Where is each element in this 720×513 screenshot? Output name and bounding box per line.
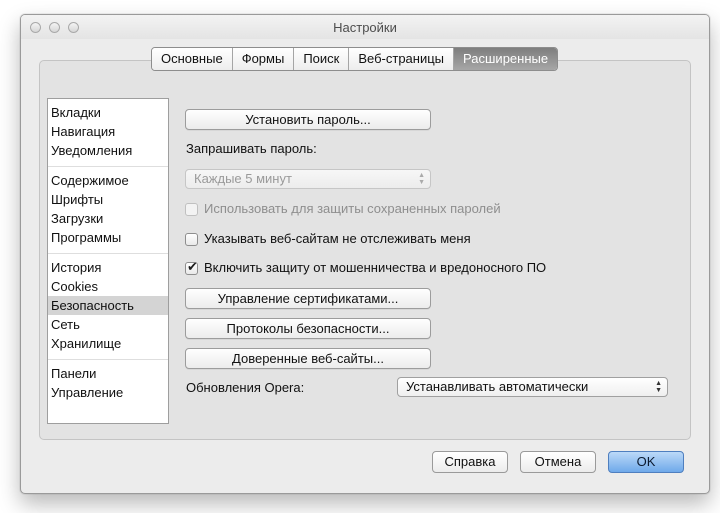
sidebar-group: Содержимое Шрифты Загрузки Программы [48,167,168,254]
password-interval-value: Каждые 5 минут [194,171,292,186]
sidebar-item-content[interactable]: Содержимое [48,171,168,190]
fraud-protection-checkbox[interactable]: ✔ [185,259,198,275]
sidebar-item-downloads[interactable]: Загрузки [48,209,168,228]
tab-general[interactable]: Основные [152,48,233,70]
tab-advanced[interactable]: Расширенные [454,48,558,70]
sidebar-item-notifications[interactable]: Уведомления [48,141,168,160]
sidebar-item-toolbars[interactable]: Панели [48,364,168,383]
sidebar-item-shortcuts[interactable]: Управление [48,383,168,402]
help-button[interactable]: Справка [432,451,508,473]
sidebar-item-network[interactable]: Сеть [48,315,168,334]
window-title: Настройки [333,20,397,35]
saved-passwords-checkbox[interactable] [185,203,198,216]
opera-updates-value: Устанавливать автоматически [406,379,589,394]
tab-bar: Основные Формы Поиск Веб-страницы Расшир… [151,47,559,71]
advanced-category-list: Вкладки Навигация Уведомления Содержимое… [47,98,169,424]
set-password-button[interactable]: Установить пароль... [185,109,431,130]
sidebar-item-fonts[interactable]: Шрифты [48,190,168,209]
updown-arrows-icon: ▲ ▼ [655,380,662,394]
ok-button[interactable]: OK [608,451,684,473]
title-bar: Настройки [21,15,709,39]
security-protocols-button[interactable]: Протоколы безопасности... [185,318,431,339]
sidebar-item-navigation[interactable]: Навигация [48,122,168,141]
cancel-button[interactable]: Отмена [520,451,596,473]
sidebar-group: Панели Управление [48,360,168,408]
tab-search[interactable]: Поиск [294,48,350,70]
sidebar-item-security[interactable]: Безопасность [48,296,168,315]
sidebar-item-tabs[interactable]: Вкладки [48,103,168,122]
sidebar-item-programs[interactable]: Программы [48,228,168,247]
updown-arrows-icon: ▲ ▼ [418,172,425,186]
sidebar-group: История Cookies Безопасность Сеть Хранил… [48,254,168,360]
sidebar-item-cookies[interactable]: Cookies [48,277,168,296]
sidebar-item-storage[interactable]: Хранилище [48,334,168,353]
manage-certificates-button[interactable]: Управление сертификатами... [185,288,431,309]
tab-webpages[interactable]: Веб-страницы [349,48,455,70]
ask-password-label: Запрашивать пароль: [186,141,317,156]
do-not-track-label: Указывать веб-сайтам не отслеживать меня [204,231,471,246]
fraud-protection-label: Включить защиту от мошенничества и вредо… [204,260,547,275]
opera-updates-select[interactable]: Устанавливать автоматически ▲ ▼ [397,377,668,397]
sidebar-group: Вкладки Навигация Уведомления [48,99,168,167]
trusted-sites-button[interactable]: Доверенные веб-сайты... [185,348,431,369]
opera-updates-label: Обновления Opera: [186,380,305,395]
checkmark-icon: ✔ [187,259,198,274]
preferences-window: Настройки Основные Формы Поиск Веб-стран… [20,14,710,494]
password-interval-select[interactable]: Каждые 5 минут ▲ ▼ [185,169,431,189]
saved-passwords-label: Использовать для защиты сохраненных паро… [204,201,501,216]
tab-forms[interactable]: Формы [232,48,295,70]
sidebar-item-history[interactable]: История [48,258,168,277]
do-not-track-checkbox[interactable] [185,233,198,246]
